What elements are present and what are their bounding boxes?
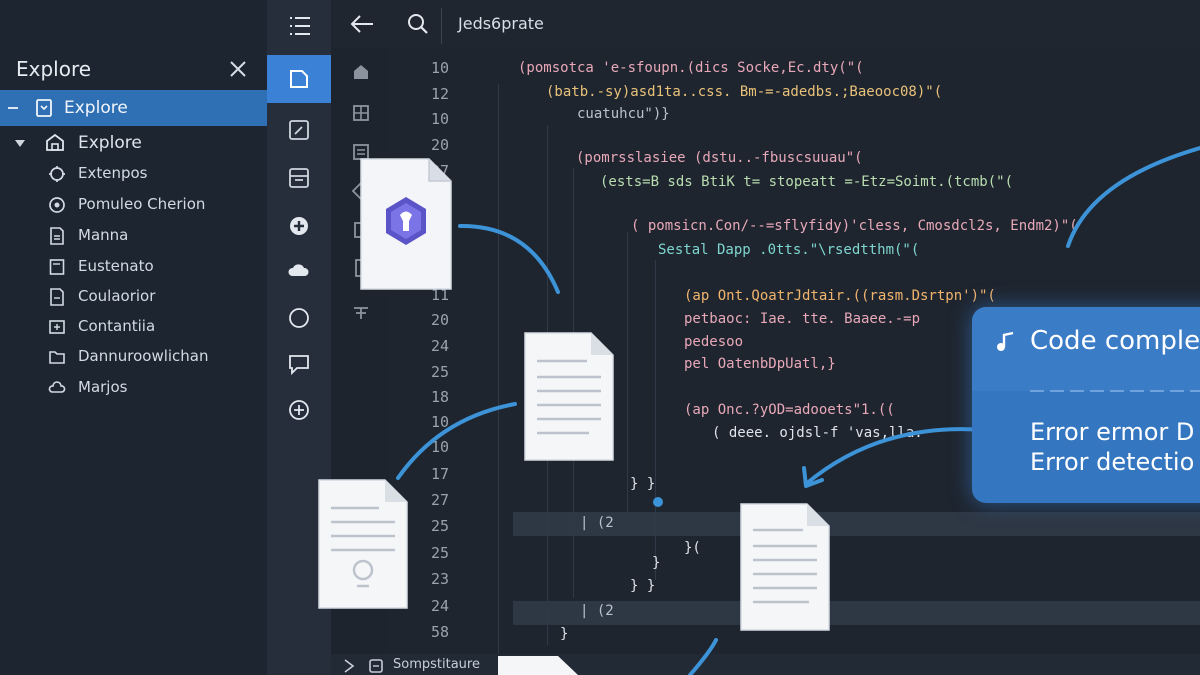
callout-line: Error detectio xyxy=(1030,448,1195,476)
callout-line: Error ermor D xyxy=(1030,418,1195,446)
document-card xyxy=(524,332,614,461)
document-card xyxy=(740,503,830,631)
callout-title: Code comple xyxy=(1030,326,1200,356)
document-card xyxy=(360,158,452,290)
document-card xyxy=(498,656,578,675)
music-note-icon xyxy=(994,330,1018,354)
callout-separator xyxy=(1030,390,1200,392)
document-card xyxy=(318,479,408,609)
